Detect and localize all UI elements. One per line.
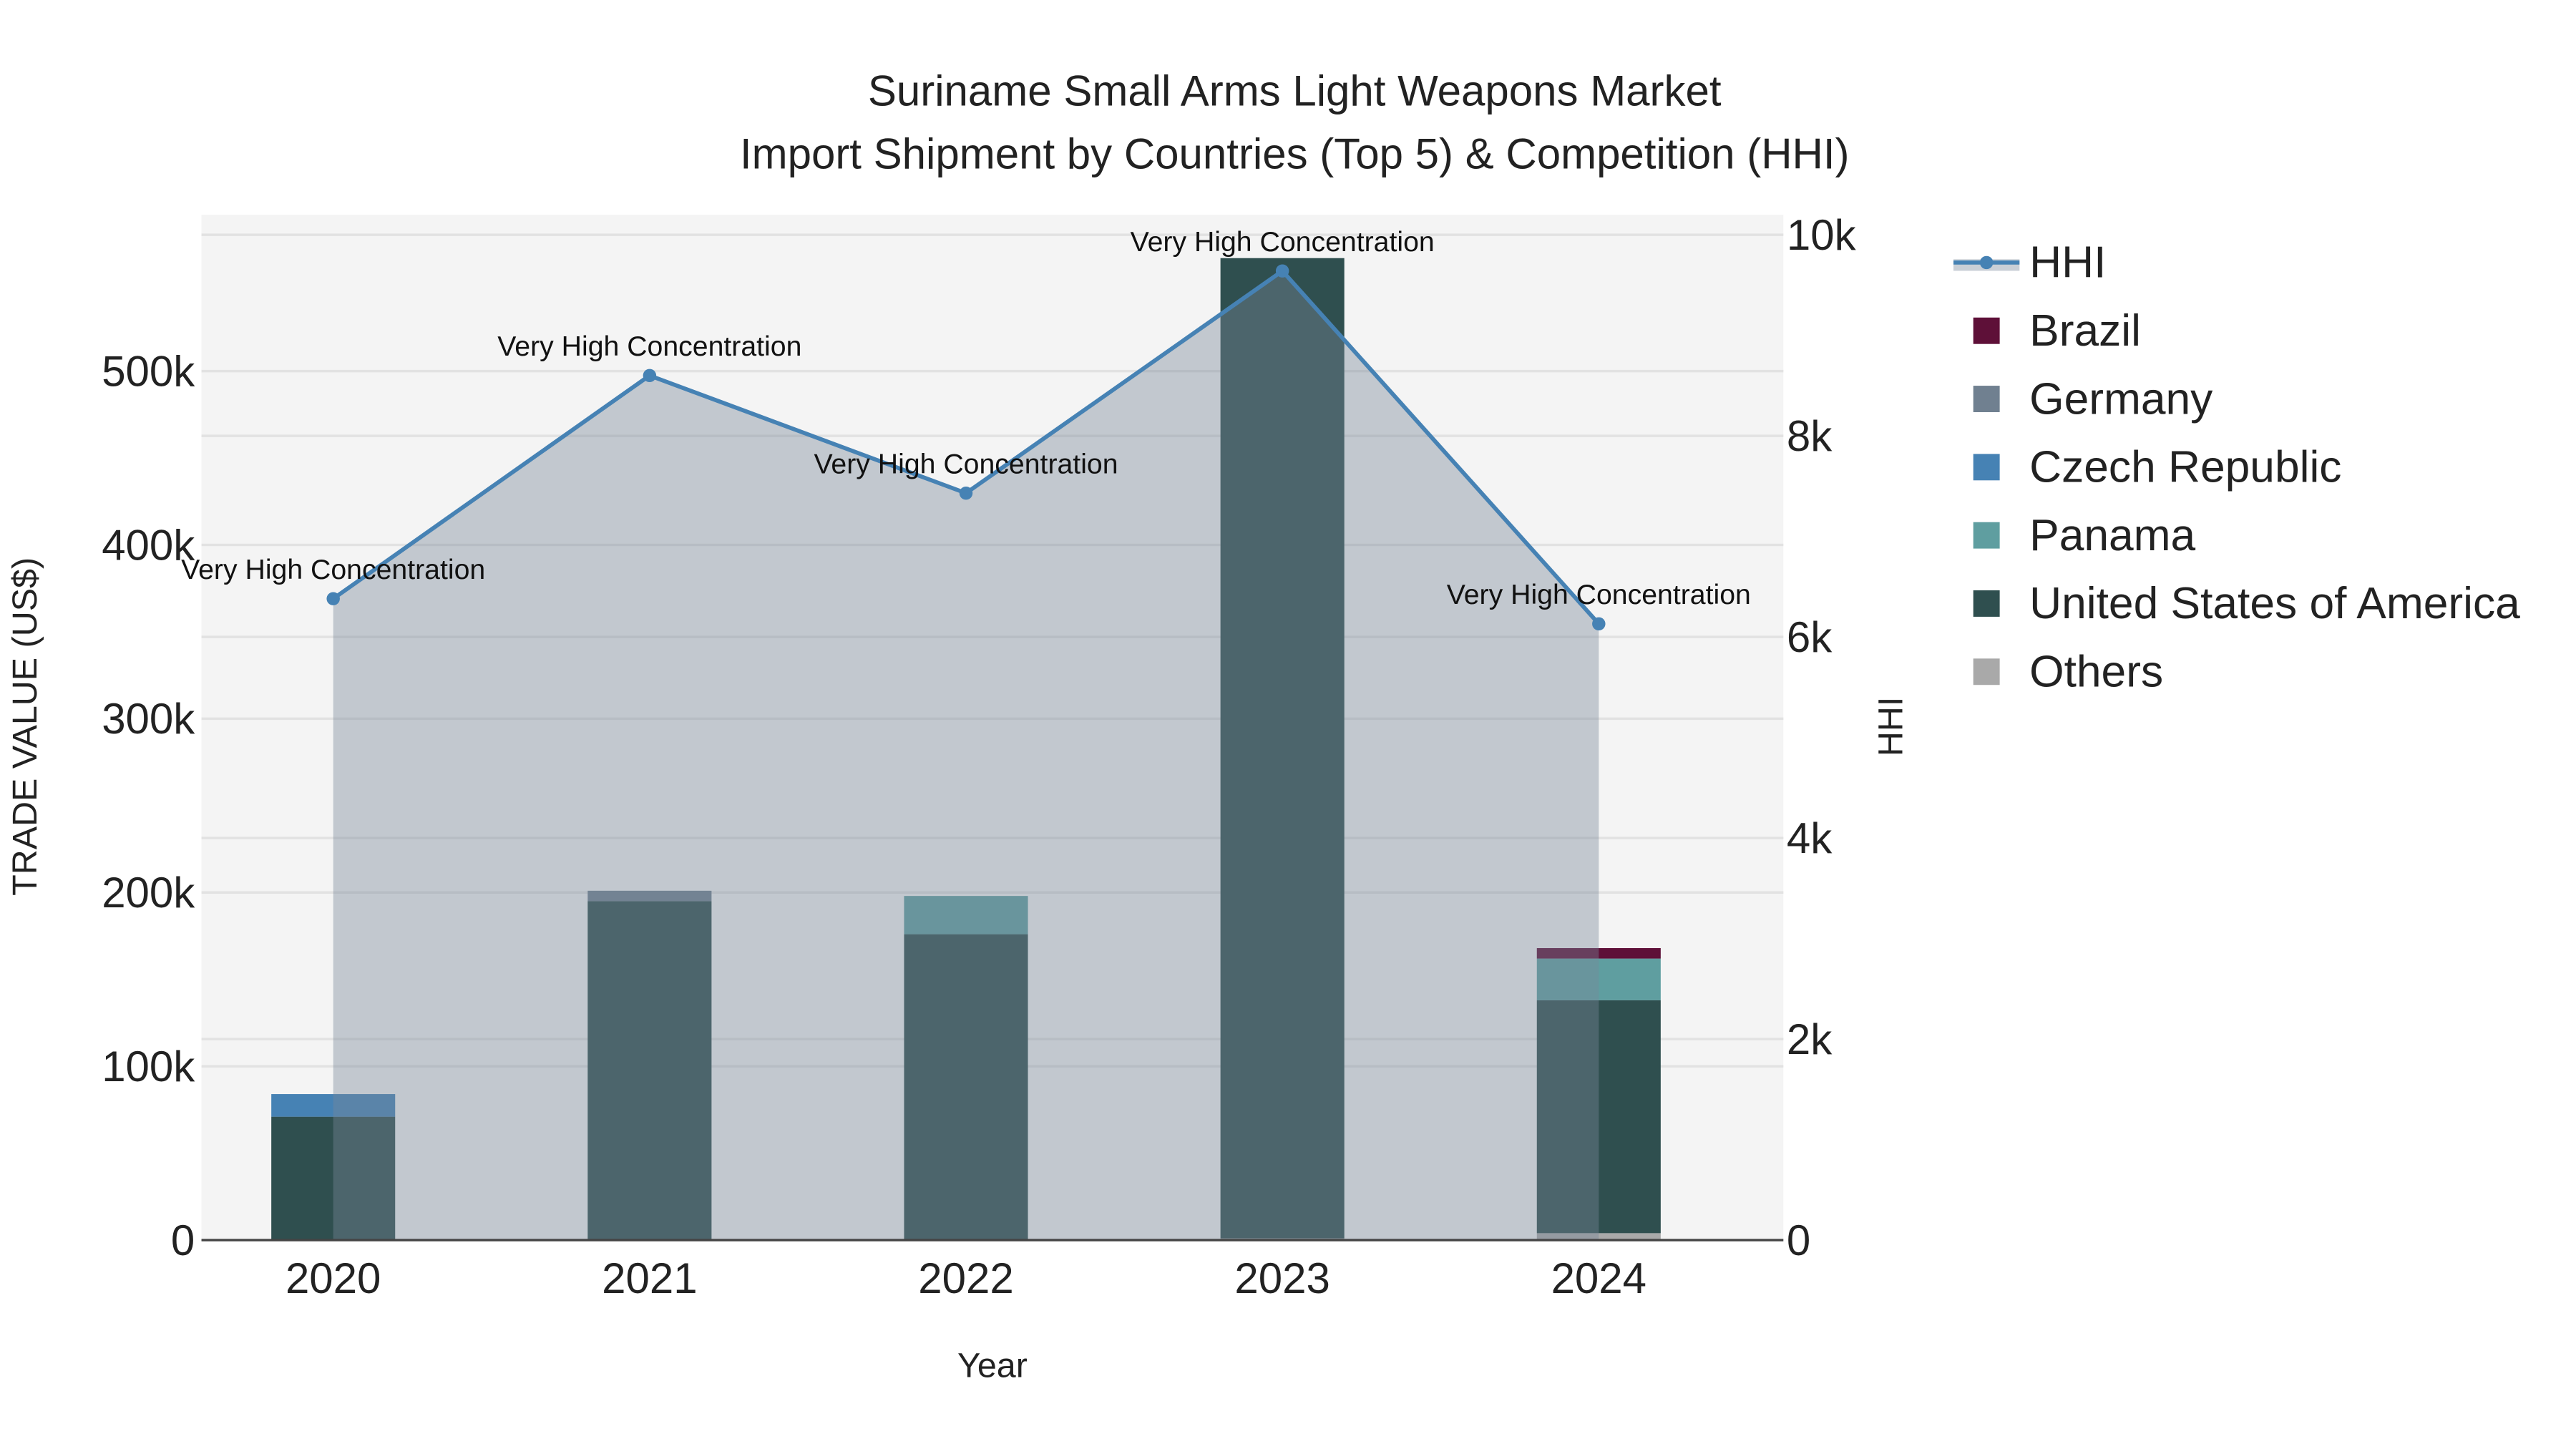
y2-tick-label: 2k [1787, 1015, 1833, 1063]
hhi-point [643, 369, 657, 383]
x-tick-label: 2024 [1551, 1254, 1646, 1302]
hhi-annotation: Very High Concentration [1447, 579, 1751, 610]
legend-label: Others [2029, 648, 2163, 697]
x-tick-label: 2022 [918, 1254, 1013, 1302]
y-tick-label: 400k [102, 521, 195, 569]
y-axis-title: TRADE VALUE (US$) [6, 557, 44, 896]
chart-title-line1: Suriname Small Arms Light Weapons Market [868, 67, 1722, 115]
legend-swatch [1973, 386, 2000, 412]
hhi-point [1592, 617, 1606, 631]
x-tick-label: 2021 [602, 1254, 697, 1302]
legend-swatch [1973, 454, 2000, 481]
x-axis-title: Year [957, 1347, 1028, 1385]
legend-label: Czech Republic [2029, 443, 2341, 492]
hhi-annotation: Very High Concentration [497, 331, 801, 362]
legend-swatch [1973, 522, 2000, 549]
hhi-annotation: Very High Concentration [181, 554, 485, 585]
legend-label: Panama [2029, 511, 2195, 560]
chart: Suriname Small Arms Light Weapons Market… [6, 67, 2520, 1385]
y2-tick-label: 0 [1787, 1216, 1810, 1264]
legend-hhi-swatch-point [1979, 255, 1994, 270]
legend-swatch [1973, 317, 2000, 344]
y2-tick-label: 4k [1787, 814, 1833, 862]
y2-tick-label: 10k [1787, 211, 1857, 259]
legend-label: United States of America [2029, 579, 2520, 628]
legend: HHI Brazil Germany Czech Republic Panama Unit… [1953, 238, 2520, 697]
x-tick-label: 2023 [1234, 1254, 1330, 1302]
legend-label: Germany [2029, 374, 2213, 424]
y-tick-label: 200k [102, 869, 195, 917]
y-tick-label: 500k [102, 347, 195, 395]
legend-label: HHI [2029, 238, 2106, 288]
y-tick-label: 300k [102, 695, 195, 743]
legend-swatch [1973, 590, 2000, 617]
chart-title-line2: Import Shipment by Countries (Top 5) & C… [740, 130, 1850, 177]
legend-swatch [1973, 658, 2000, 686]
hhi-point [959, 486, 973, 500]
x-tick-label: 2020 [286, 1254, 381, 1302]
y2-tick-label: 8k [1787, 412, 1833, 460]
legend-label: Brazil [2029, 306, 2141, 356]
y2-axis-title: HHI [1871, 697, 1910, 756]
hhi-annotation: Very High Concentration [1131, 226, 1435, 258]
hhi-annotation: Very High Concentration [814, 448, 1118, 479]
y2-tick-label: 6k [1787, 613, 1833, 661]
hhi-point [1275, 264, 1289, 278]
y-tick-label: 0 [171, 1216, 195, 1264]
y-tick-label: 100k [102, 1043, 195, 1091]
hhi-point [326, 592, 340, 605]
